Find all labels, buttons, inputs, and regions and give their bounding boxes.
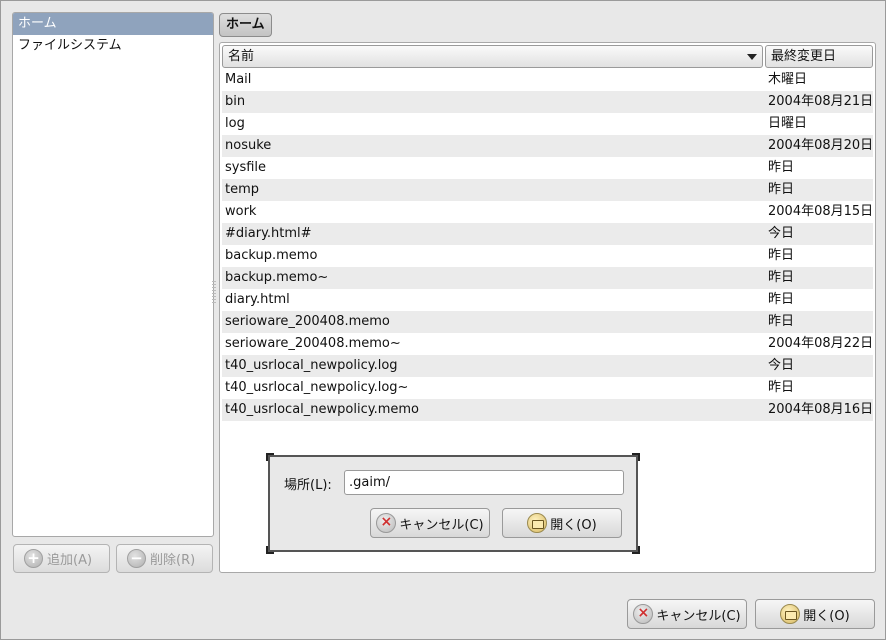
pane-resize-handle[interactable]: [212, 281, 216, 303]
file-name-cell: t40_usrlocal_newpolicy.log: [225, 358, 398, 373]
folder-open-icon: [780, 604, 801, 624]
table-row[interactable]: nosuke 2004年08月20日: [222, 135, 873, 157]
table-row[interactable]: backup.memo~ 昨日: [222, 267, 873, 289]
file-modified-cell: 昨日: [768, 314, 795, 329]
table-row[interactable]: temp 昨日: [222, 179, 873, 201]
file-name-cell: Mail: [225, 72, 252, 87]
file-name-cell: backup.memo~: [225, 270, 329, 285]
file-name-cell: serioware_200408.memo~: [225, 336, 401, 351]
column-header-name-label: 名前: [228, 49, 255, 64]
plus-icon: +: [24, 549, 43, 568]
table-row[interactable]: serioware_200408.memo~ 2004年08月22日: [222, 333, 873, 355]
column-header-modified[interactable]: 最終変更日: [765, 45, 873, 68]
sort-down-icon: [747, 54, 757, 60]
cancel-button[interactable]: キャンセル(C): [627, 599, 747, 629]
corner-marker: [266, 453, 274, 461]
remove-bookmark-label: 削除(R): [150, 553, 196, 568]
table-row[interactable]: log 日曜日: [222, 113, 873, 135]
table-row[interactable]: #diary.html# 今日: [222, 223, 873, 245]
location-input[interactable]: [344, 470, 624, 495]
table-row[interactable]: sysfile 昨日: [222, 157, 873, 179]
file-name-cell: t40_usrlocal_newpolicy.log~: [225, 380, 409, 395]
file-name-cell: backup.memo: [225, 248, 318, 263]
table-row[interactable]: backup.memo 昨日: [222, 245, 873, 267]
corner-marker: [266, 546, 274, 554]
file-name-cell: bin: [225, 94, 246, 109]
table-row[interactable]: serioware_200408.memo 昨日: [222, 311, 873, 333]
places-item-filesystem[interactable]: ファイルシステム: [13, 35, 213, 57]
file-modified-cell: 今日: [768, 226, 795, 241]
folder-open-icon: [527, 513, 548, 533]
location-cancel-button[interactable]: キャンセル(C): [370, 508, 490, 538]
location-label: 場所(L):: [284, 478, 332, 493]
file-modified-cell: 今日: [768, 358, 795, 373]
column-header-name[interactable]: 名前: [222, 45, 763, 68]
location-cancel-label: キャンセル(C): [399, 517, 484, 533]
file-modified-cell: 昨日: [768, 160, 795, 175]
file-name-cell: temp: [225, 182, 260, 197]
table-row[interactable]: work 2004年08月15日: [222, 201, 873, 223]
file-modified-cell: 昨日: [768, 292, 795, 307]
file-name-cell: sysfile: [225, 160, 267, 175]
minus-icon: −: [127, 549, 146, 568]
path-button-home[interactable]: ホーム: [219, 13, 272, 37]
table-row[interactable]: t40_usrlocal_newpolicy.memo 2004年08月16日: [222, 399, 873, 421]
cancel-icon: [633, 604, 654, 624]
file-modified-cell: 2004年08月15日: [768, 204, 874, 219]
open-button[interactable]: 開く(O): [755, 599, 875, 629]
table-row[interactable]: diary.html 昨日: [222, 289, 873, 311]
file-modified-cell: 木曜日: [768, 72, 808, 87]
remove-bookmark-button[interactable]: − 削除(R): [116, 544, 213, 573]
file-name-cell: diary.html: [225, 292, 290, 307]
file-modified-cell: 昨日: [768, 248, 795, 263]
column-header-modified-label: 最終変更日: [771, 49, 837, 64]
places-item-home[interactable]: ホーム: [13, 13, 213, 35]
table-row[interactable]: t40_usrlocal_newpolicy.log 今日: [222, 355, 873, 377]
file-modified-cell: 2004年08月21日: [768, 94, 874, 109]
add-bookmark-label: 追加(A): [47, 553, 93, 568]
file-chooser-window: ホーム ファイルシステム + 追加(A) − 削除(R) ホーム 名前 最終変更…: [0, 0, 886, 640]
table-row[interactable]: bin 2004年08月21日: [222, 91, 873, 113]
file-modified-cell: 2004年08月16日: [768, 402, 874, 417]
corner-marker: [632, 546, 640, 554]
file-name-cell: serioware_200408.memo: [225, 314, 390, 329]
file-name-cell: work: [225, 204, 257, 219]
file-name-cell: log: [225, 116, 245, 131]
file-modified-cell: 昨日: [768, 380, 795, 395]
table-row[interactable]: Mail 木曜日: [222, 69, 873, 91]
file-modified-cell: 昨日: [768, 182, 795, 197]
places-sidebar: ホーム ファイルシステム: [12, 12, 214, 537]
places-item-label: ファイルシステム: [18, 38, 122, 53]
file-rows: Mail 木曜日 bin 2004年08月21日 log 日曜日 nosuke 2004年08…: [222, 69, 873, 421]
location-dialog: 場所(L): キャンセル(C) 開く(O): [266, 453, 640, 554]
file-modified-cell: 2004年08月20日: [768, 138, 874, 153]
file-modified-cell: 日曜日: [768, 116, 808, 131]
file-modified-cell: 昨日: [768, 270, 795, 285]
cancel-label: キャンセル(C): [656, 608, 741, 624]
file-name-cell: #diary.html#: [225, 226, 312, 241]
cancel-icon: [376, 513, 397, 533]
open-label: 開く(O): [803, 608, 850, 624]
file-name-cell: nosuke: [225, 138, 272, 153]
places-item-label: ホーム: [18, 16, 57, 31]
file-modified-cell: 2004年08月22日: [768, 336, 874, 351]
add-bookmark-button[interactable]: + 追加(A): [13, 544, 110, 573]
corner-marker: [632, 453, 640, 461]
table-row[interactable]: t40_usrlocal_newpolicy.log~ 昨日: [222, 377, 873, 399]
location-open-button[interactable]: 開く(O): [502, 508, 622, 538]
location-open-label: 開く(O): [550, 517, 597, 533]
file-name-cell: t40_usrlocal_newpolicy.memo: [225, 402, 419, 417]
